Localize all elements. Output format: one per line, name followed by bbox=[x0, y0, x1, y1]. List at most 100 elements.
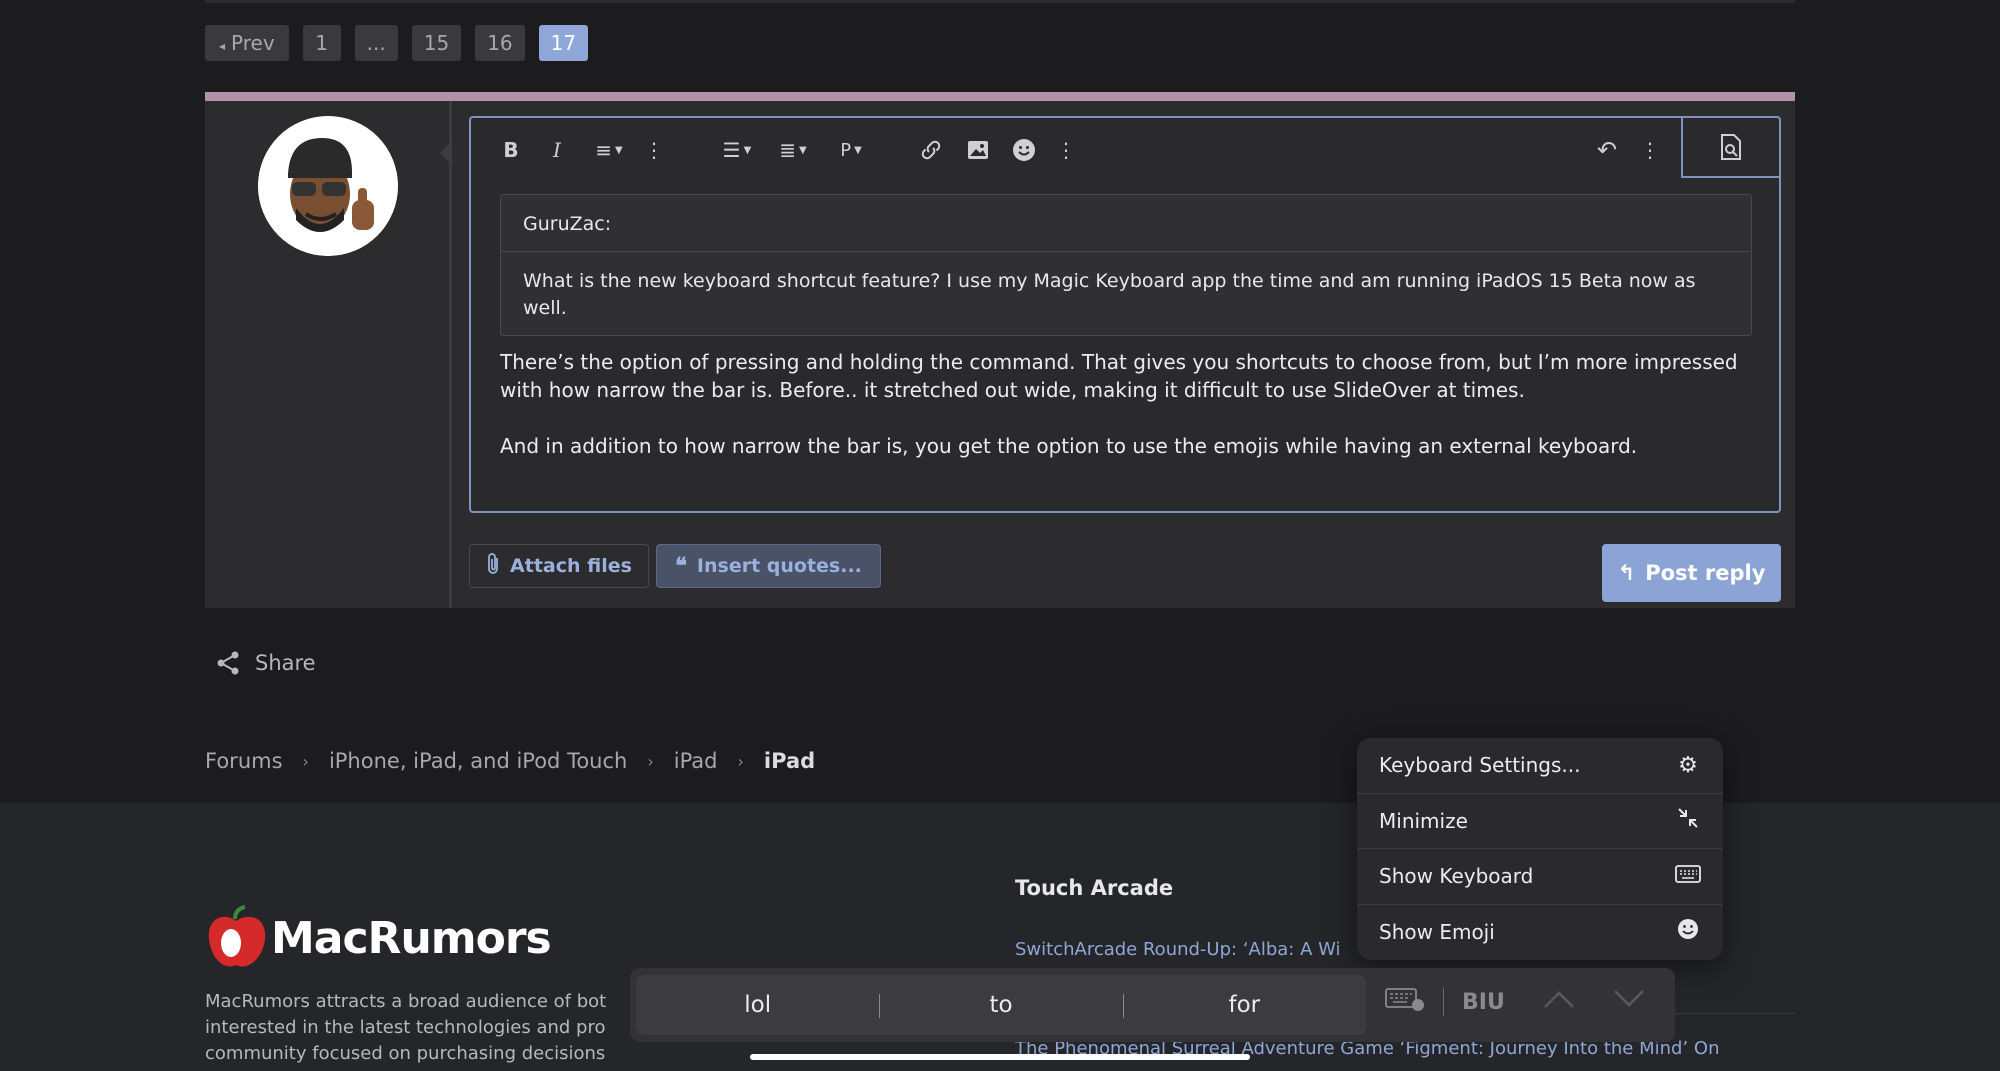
link-button[interactable] bbox=[917, 136, 945, 164]
reply-icon: ↰ bbox=[1617, 561, 1636, 585]
message-editor[interactable]: B I ≡ ▼ ⋮ ☰ ▼ ≣ ▼ P ▼ ⋮ ↶ ⋮ GuruZac: Wha… bbox=[469, 116, 1781, 513]
home-indicator[interactable] bbox=[750, 1054, 1250, 1060]
suggestion-lol[interactable]: lol bbox=[636, 992, 879, 1018]
macrumors-logo[interactable]: MacRumors bbox=[205, 905, 552, 971]
list-dropdown[interactable]: ☰ ▼ bbox=[715, 136, 759, 164]
attach-files-button[interactable]: Attach files bbox=[469, 544, 649, 588]
avatar-column bbox=[205, 101, 452, 608]
italic-button[interactable]: I bbox=[545, 136, 569, 164]
menu-item-show-keyboard[interactable]: Show Keyboard bbox=[1357, 849, 1723, 905]
insert-quotes-button[interactable]: ❝ Insert quotes... bbox=[656, 544, 881, 588]
page-button-current[interactable]: 17 bbox=[538, 25, 589, 61]
emoji-icon bbox=[1675, 918, 1701, 946]
apple-logo-icon bbox=[208, 905, 266, 967]
image-icon bbox=[968, 141, 988, 159]
bold-icon: B bbox=[503, 138, 519, 162]
list-icon: ☰ bbox=[722, 138, 741, 162]
prev-page-button[interactable]: ◂ Prev bbox=[205, 25, 289, 61]
minimize-icon bbox=[1675, 807, 1701, 835]
link-icon bbox=[921, 140, 941, 160]
breadcrumb: Forums › iPhone, iPad, and iPod Touch › … bbox=[205, 749, 815, 773]
breadcrumb-forums[interactable]: Forums bbox=[205, 749, 283, 773]
align-dropdown[interactable]: ≣ ▼ bbox=[771, 136, 815, 164]
chevron-down-icon bbox=[1613, 990, 1644, 1007]
insert-quotes-label: Insert quotes... bbox=[696, 555, 862, 577]
message-paragraph-1[interactable]: There’s the option of pressing and holdi… bbox=[500, 348, 1760, 404]
menu-item-minimize[interactable]: Minimize bbox=[1357, 794, 1723, 849]
message-paragraph-2[interactable]: And in addition to how narrow the bar is… bbox=[500, 432, 1760, 460]
avatar-pointer bbox=[440, 141, 452, 165]
suggestion-for[interactable]: for bbox=[1122, 992, 1366, 1018]
prev-label: Prev bbox=[231, 31, 275, 55]
emoji-button[interactable] bbox=[1011, 136, 1037, 164]
keyboard-shortcut-bar: lol to for BIU bbox=[630, 968, 1675, 1042]
pagination: ◂ Prev 1 ... 15 16 17 bbox=[205, 25, 589, 61]
keyboard-icon bbox=[1385, 988, 1424, 1011]
quote-icon: ❝ bbox=[675, 553, 687, 579]
text-format-button[interactable]: BIU bbox=[1462, 990, 1505, 1015]
top-divider bbox=[205, 0, 1795, 3]
paperclip-icon bbox=[486, 552, 500, 581]
quick-reply-block: B I ≡ ▼ ⋮ ☰ ▼ ≣ ▼ P ▼ ⋮ ↶ ⋮ GuruZac: Wha… bbox=[205, 92, 1795, 608]
italic-icon: I bbox=[553, 138, 561, 162]
menu-item-show-emoji[interactable]: Show Emoji bbox=[1357, 905, 1723, 961]
align-icon: ≣ bbox=[779, 138, 797, 162]
about-text: MacRumors attracts a broad audience of b… bbox=[205, 991, 607, 1071]
gear-icon: ⚙ bbox=[1678, 752, 1698, 778]
paragraph-icon: P bbox=[840, 139, 852, 161]
preview-icon bbox=[1721, 134, 1741, 160]
touch-arcade-link-1[interactable]: SwitchArcade Round-Up: ‘Alba: A Wi bbox=[1015, 939, 1341, 960]
logo-text: MacRumors bbox=[271, 912, 552, 964]
keyboard-icon bbox=[1675, 864, 1701, 889]
avatar[interactable] bbox=[258, 116, 398, 256]
suggestion-to[interactable]: to bbox=[879, 992, 1122, 1018]
chevron-down-icon: ▼ bbox=[854, 144, 862, 156]
menu-item-label: Minimize bbox=[1379, 808, 1468, 833]
attach-files-label: Attach files bbox=[510, 555, 632, 577]
vertical-ellipsis-icon: ⋮ bbox=[644, 138, 664, 162]
chevron-down-icon: ▼ bbox=[615, 144, 623, 156]
keyboard-options-button[interactable] bbox=[1385, 986, 1425, 1018]
vertical-ellipsis-icon: ⋮ bbox=[1056, 138, 1076, 162]
quote-text: What is the new keyboard shortcut featur… bbox=[523, 270, 1696, 319]
next-field-button[interactable] bbox=[1613, 989, 1645, 1015]
toolbar-divider bbox=[1443, 988, 1444, 1016]
text-format-dropdown[interactable]: ≡ ▼ bbox=[587, 136, 631, 164]
chevron-up-icon bbox=[1543, 991, 1574, 1008]
preview-button[interactable] bbox=[1681, 116, 1781, 178]
previous-field-button[interactable] bbox=[1543, 989, 1575, 1015]
touch-arcade-heading: Touch Arcade bbox=[1015, 876, 1174, 900]
menu-item-keyboard-settings[interactable]: Keyboard Settings... ⚙ bbox=[1357, 738, 1723, 794]
more-options-button[interactable]: ⋮ bbox=[644, 136, 664, 164]
undo-button[interactable]: ↶ bbox=[1593, 136, 1621, 164]
post-reply-button[interactable]: ↰ Post reply bbox=[1602, 544, 1781, 602]
share-button[interactable]: Share bbox=[215, 650, 316, 676]
predictive-suggestions: lol to for bbox=[636, 975, 1366, 1035]
image-button[interactable] bbox=[965, 136, 991, 164]
page-button-16[interactable]: 16 bbox=[475, 25, 525, 61]
emoji-icon bbox=[1013, 139, 1035, 161]
more-toolbar-options-button[interactable]: ⋮ bbox=[1640, 136, 1660, 164]
page-ellipsis-button[interactable]: ... bbox=[354, 25, 398, 61]
editor-toolbar: B I ≡ ▼ ⋮ ☰ ▼ ≣ ▼ P ▼ ⋮ ↶ ⋮ bbox=[471, 116, 1781, 180]
share-icon bbox=[217, 651, 239, 675]
vertical-ellipsis-icon: ⋮ bbox=[1640, 138, 1660, 162]
menu-item-label: Show Emoji bbox=[1379, 920, 1495, 945]
page-button-15[interactable]: 15 bbox=[411, 25, 462, 61]
breadcrumb-iphone-ipad-ipod[interactable]: iPhone, iPad, and iPod Touch bbox=[329, 749, 627, 773]
share-label: Share bbox=[255, 651, 316, 675]
page-button-1[interactable]: 1 bbox=[302, 25, 341, 61]
paragraph-dropdown[interactable]: P ▼ bbox=[831, 136, 871, 164]
breadcrumb-ipad[interactable]: iPad bbox=[674, 749, 718, 773]
chevron-down-icon: ▼ bbox=[743, 144, 752, 156]
chevron-down-icon: ▼ bbox=[799, 144, 807, 156]
bold-button[interactable]: B bbox=[499, 136, 523, 164]
breadcrumb-current: iPad bbox=[763, 749, 816, 773]
chevron-left-icon: ◂ bbox=[219, 39, 226, 53]
keyboard-context-menu: Keyboard Settings... ⚙ Minimize Show Key… bbox=[1357, 738, 1723, 960]
keyboard-tools: BIU bbox=[1385, 986, 1645, 1018]
chevron-right-icon: › bbox=[737, 751, 744, 771]
more-insert-options-button[interactable]: ⋮ bbox=[1056, 136, 1076, 164]
menu-item-label: Show Keyboard bbox=[1379, 864, 1534, 889]
post-reply-label: Post reply bbox=[1645, 561, 1766, 585]
